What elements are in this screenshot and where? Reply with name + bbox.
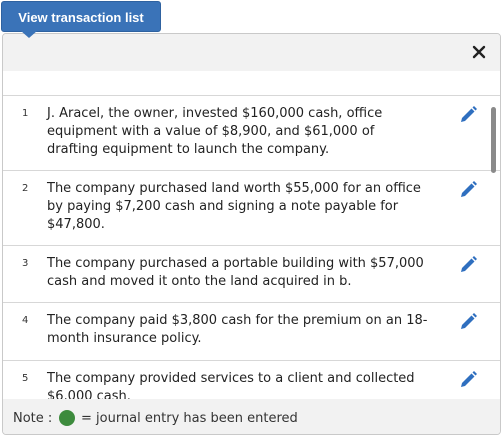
entered-status-dot-icon	[59, 410, 75, 426]
item-number: 5	[22, 373, 29, 384]
note-text: = journal entry has been entered	[81, 411, 298, 426]
close-button[interactable]	[468, 41, 490, 63]
item-description: The company purchased a portable buildin…	[47, 256, 424, 289]
item-description: The company provided services to a clien…	[47, 371, 415, 399]
edit-button-5[interactable]	[457, 369, 479, 391]
note-label: Note :	[13, 411, 53, 426]
transaction-item-4: 4 The company paid $3,800 cash for the p…	[3, 303, 500, 361]
edit-button-2[interactable]	[457, 179, 479, 201]
transaction-list-widget: View transaction list 1 J. Aracel, the o…	[0, 0, 502, 436]
scrollbar-thumb[interactable]	[491, 107, 496, 173]
edit-button-4[interactable]	[457, 311, 479, 333]
edit-button-3[interactable]	[457, 254, 479, 276]
transaction-list-panel: 1 J. Aracel, the owner, invested $160,00…	[2, 33, 501, 435]
list-spacer	[3, 71, 500, 96]
item-number: 2	[22, 183, 29, 194]
item-description: J. Aracel, the owner, invested $160,000 …	[47, 106, 383, 157]
item-number: 3	[22, 258, 29, 269]
pencil-icon	[461, 106, 477, 122]
legend-note: Note : = journal entry has been entered	[3, 399, 500, 434]
item-description: The company purchased land worth $55,000…	[47, 181, 421, 232]
close-icon	[472, 45, 486, 59]
transaction-item-1: 1 J. Aracel, the owner, invested $160,00…	[3, 96, 500, 171]
item-number: 1	[22, 108, 29, 119]
edit-button-1[interactable]	[457, 104, 479, 126]
item-description: The company paid $3,800 cash for the pre…	[47, 313, 428, 346]
transaction-item-5: 5 The company provided services to a cli…	[3, 361, 500, 399]
panel-header	[3, 34, 500, 71]
transaction-item-2: 2 The company purchased land worth $55,0…	[3, 171, 500, 246]
button-pointer-arrow	[21, 31, 37, 38]
pencil-icon	[461, 256, 477, 272]
pencil-icon	[461, 371, 477, 387]
transaction-list[interactable]: 1 J. Aracel, the owner, invested $160,00…	[3, 71, 500, 399]
pencil-icon	[461, 313, 477, 329]
transaction-item-3: 3 The company purchased a portable build…	[3, 246, 500, 303]
view-transaction-list-button[interactable]: View transaction list	[1, 1, 161, 32]
pencil-icon	[461, 181, 477, 197]
item-number: 4	[22, 315, 29, 326]
